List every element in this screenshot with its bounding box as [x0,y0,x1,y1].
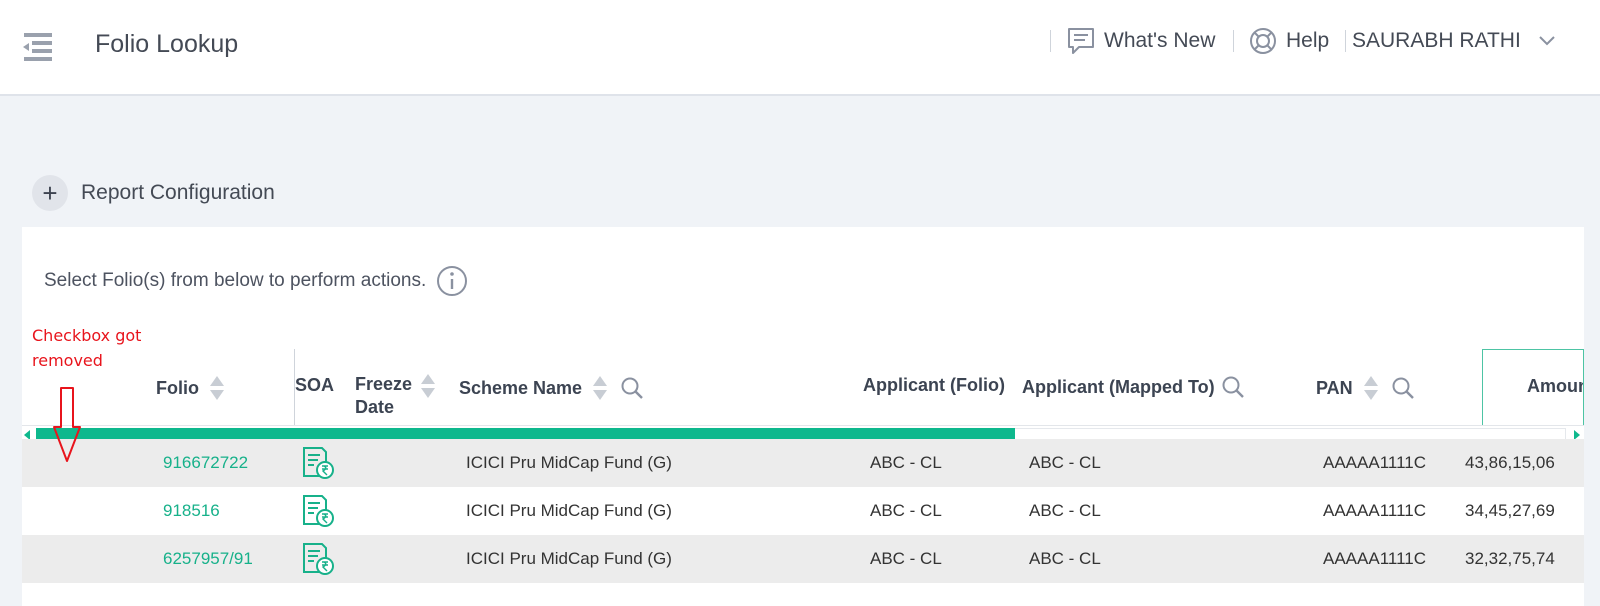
folio-link[interactable]: 916672722 [163,439,248,487]
folio-panel: Select Folio(s) from below to perform ac… [22,227,1584,606]
chat-bubble-icon [1068,28,1094,54]
applicant-folio-cell: ABC - CL [870,453,942,472]
horizontal-scrollbar[interactable] [22,425,1584,440]
header-divider [1050,30,1051,52]
sort-icon[interactable] [209,375,225,401]
column-header-folio[interactable]: Folio [156,375,225,401]
menu-collapse-icon[interactable] [20,30,54,66]
pan-cell: AAAAA1111C [1323,501,1427,520]
sort-icon[interactable] [592,375,608,401]
applicant-folio-cell: ABC - CL [870,501,942,520]
amount-cell: 43,86,15,06 [1465,453,1555,472]
instruction: Select Folio(s) from below to perform ac… [44,265,468,297]
annotation-line: removed [32,351,103,370]
column-label: Amount [1527,376,1583,396]
column-label: PAN [1316,377,1353,398]
column-header-applicant-mapped[interactable]: Applicant (Mapped To) [1022,375,1245,399]
amount-cell: 34,45,27,69 [1465,501,1555,520]
column-label: Applicant (Folio) [863,375,1005,395]
whats-new-label: What's New [1104,29,1216,52]
header-divider [1233,30,1234,52]
help-link[interactable]: Help [1248,26,1329,56]
pan-cell: AAAAA1111C [1323,453,1427,472]
report-configuration-toggle[interactable]: + Report Configuration [32,174,275,212]
chevron-down-icon [1539,36,1555,46]
info-icon[interactable] [436,265,468,297]
amount-label-wrap: Amount [1527,376,1583,397]
applicant-folio-cell: ABC - CL [870,549,942,568]
search-icon[interactable] [1391,376,1415,400]
folio-link[interactable]: 6257957/91 [163,535,253,583]
annotation-line: Checkbox got [32,326,142,345]
column-header-amount[interactable]: Amount [1482,349,1584,425]
table-row[interactable]: 918516 ICICI Pru MidCap Fund (G) ABC - CL A… [22,487,1584,535]
scheme-name-cell: ICICI Pru MidCap Fund (G) [466,501,672,520]
folio-link[interactable]: 918516 [163,487,220,535]
top-bar: Folio Lookup What's New Help SAURABH RAT… [0,0,1600,96]
column-label: Scheme Name [459,377,583,398]
sort-icon[interactable] [420,373,436,399]
search-icon[interactable] [620,376,644,400]
column-header-soa: SOA [295,375,334,396]
column-label: Applicant (Mapped To) [1022,376,1215,397]
pan-cell: AAAAA1111C [1323,549,1427,568]
applicant-mapped-cell: ABC - CL [1029,501,1101,520]
user-name: SAURABH RATHI [1352,29,1521,52]
column-header-applicant-folio: Applicant (Folio) [863,375,1005,396]
column-label: Date [355,397,395,417]
applicant-mapped-cell: ABC - CL [1029,549,1101,568]
plus-icon: + [32,175,68,211]
search-icon[interactable] [1221,375,1245,399]
table-row[interactable]: 6257957/91 ICICI Pru MidCap Fund (G) ABC -… [22,535,1584,583]
column-label: Freeze [355,374,413,394]
instruction-text: Select Folio(s) from below to perform ac… [44,270,427,291]
whats-new-link[interactable]: What's New [1066,26,1215,56]
column-header-freeze-date[interactable]: Freeze Date [355,373,436,419]
amount-cell: 32,32,75,74 [1465,549,1555,568]
scheme-name-cell: ICICI Pru MidCap Fund (G) [466,453,672,472]
user-menu[interactable]: SAURABH RATHI [1352,26,1555,56]
report-configuration-label: Report Configuration [81,181,275,204]
lifebuoy-icon [1250,28,1276,54]
column-header-pan[interactable]: PAN [1316,375,1415,401]
annotation-note: Checkbox got removed [32,323,141,373]
sort-icon[interactable] [1363,375,1379,401]
column-label: SOA [295,375,335,395]
column-label: Folio [156,377,199,398]
soa-statement-icon[interactable] [301,535,335,583]
page-title: Folio Lookup [95,30,239,58]
table-row[interactable]: 916672722 ICICI Pru MidCap Fund (G) ABC - … [22,439,1584,487]
down-arrow-icon [53,387,81,462]
scheme-name-cell: ICICI Pru MidCap Fund (G) [466,549,672,568]
soa-statement-icon[interactable] [301,487,335,535]
applicant-mapped-cell: ABC - CL [1029,453,1101,472]
table-header: Folio SOA Freeze Date Scheme Name Applic… [22,349,1584,425]
column-header-scheme-name[interactable]: Scheme Name [459,375,644,401]
help-label: Help [1286,29,1330,52]
soa-statement-icon[interactable] [301,439,335,487]
header-divider [1345,30,1346,52]
